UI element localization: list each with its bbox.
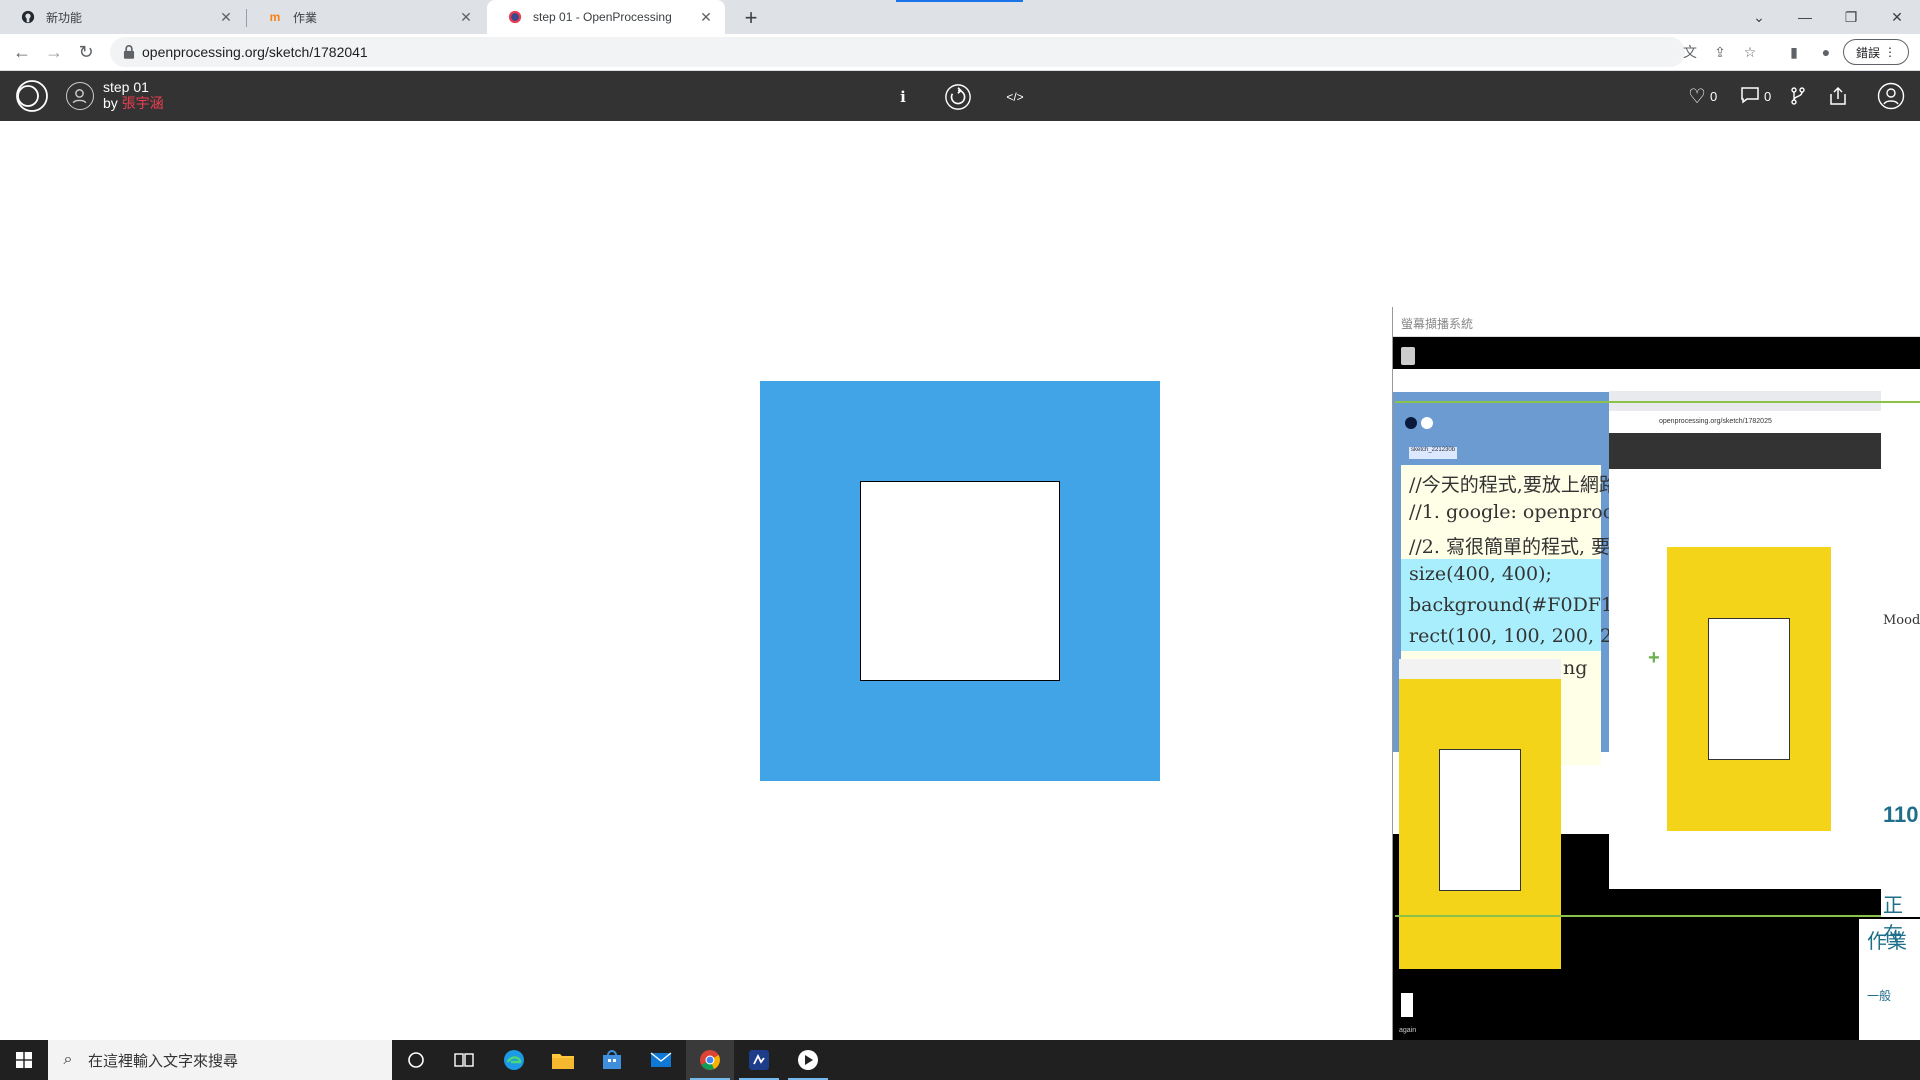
share-icon[interactable]: ⇪ <box>1710 42 1730 62</box>
tab-homework[interactable]: m 作業 ✕ <box>247 0 485 34</box>
bookmark-star-icon[interactable]: ☆ <box>1740 42 1760 62</box>
code-line: size(400, 400); <box>1409 563 1552 585</box>
selection-frame-top <box>1395 401 1920 403</box>
more-menu-icon: ⋮ <box>1884 45 1896 59</box>
address-bar[interactable]: openprocessing.org/sketch/1782041 文 ⇪ ☆ <box>110 37 1756 67</box>
openprocessing-icon <box>507 9 523 25</box>
side-panel-icon[interactable]: ▮ <box>1782 40 1806 64</box>
sketch-byline: by 張宇涵 <box>103 96 164 111</box>
lock-icon <box>123 45 135 59</box>
new-tab-button[interactable]: + <box>737 4 765 32</box>
taskbar-search[interactable]: ⌕ 在這裡輸入文字來搜尋 <box>48 1040 392 1080</box>
code-line: ng <box>1563 657 1588 679</box>
forward-button[interactable]: → <box>40 38 68 66</box>
user-account-icon[interactable] <box>1877 82 1905 110</box>
fork-icon[interactable] <box>1790 83 1806 109</box>
comment-button[interactable]: 0 <box>1740 83 1771 109</box>
heart-icon: ♡ <box>1688 85 1706 108</box>
cortana-icon[interactable] <box>392 1040 440 1080</box>
browser-toolbar: ← → ↻ openprocessing.org/sketch/1782041 … <box>0 34 1920 71</box>
restore-button[interactable]: ❐ <box>1828 0 1874 34</box>
side-text: 一般 <box>1867 989 1892 1003</box>
mini-address-bar: openprocessing.org/sketch/1782025 <box>1609 411 1881 433</box>
share-icon[interactable] <box>1828 83 1848 109</box>
error-button[interactable]: 錯誤 ⋮ <box>1843 39 1909 65</box>
openprocessing-logo-icon[interactable] <box>15 79 49 113</box>
openprocessing-header: step 01 by 張宇涵 i </> ♡ 0 0 <box>0 71 1920 121</box>
mini-op-header <box>1609 433 1881 469</box>
author-avatar[interactable] <box>66 82 94 110</box>
restart-icon[interactable] <box>944 83 972 111</box>
close-tab-icon[interactable]: ✕ <box>217 8 235 26</box>
close-tab-icon[interactable]: ✕ <box>457 8 475 26</box>
loading-bar <box>896 0 1023 2</box>
chrome-icon[interactable] <box>686 1040 734 1080</box>
code-line: background(#F0DF1D); <box>1409 594 1643 616</box>
close-tab-icon[interactable]: ✕ <box>697 8 715 26</box>
profile-icon[interactable]: ● <box>1814 40 1838 64</box>
selection-frame-bottom <box>1395 915 1920 917</box>
recycle-bin-icon[interactable] <box>1401 347 1415 365</box>
search-placeholder: 在這裡輸入文字來搜尋 <box>88 1052 239 1070</box>
sketch-window-titlebar <box>1399 659 1561 679</box>
sketch-title: step 01 <box>103 79 149 95</box>
yellow-sketch-rect <box>1439 749 1521 891</box>
side-text: 作業 <box>1867 929 1907 953</box>
crosshair-plus-icon: + <box>1648 647 1660 669</box>
tab-search-icon[interactable]: ⌄ <box>1736 0 1782 34</box>
author-link[interactable]: 張宇涵 <box>122 95 164 111</box>
github-icon <box>20 9 36 25</box>
mail-icon[interactable] <box>637 1040 685 1080</box>
screen-recorder-window[interactable]: 螢幕擷播系統 sketch_221230b //今天的程式,要放上網路(放 //… <box>1392 307 1920 1049</box>
tab-openprocessing[interactable]: step 01 - OpenProcessing ✕ <box>487 0 725 34</box>
like-count: 0 <box>1709 88 1718 104</box>
sketch-white-rect <box>860 481 1060 681</box>
like-button[interactable]: ♡ 0 <box>1688 83 1717 109</box>
comment-icon <box>1740 86 1760 107</box>
translate-icon[interactable]: 文 <box>1680 42 1700 62</box>
recorder-titlebar: 螢幕擷播系統 <box>1393 307 1920 337</box>
reload-button[interactable]: ↻ <box>72 38 100 66</box>
tab-title: 作業 <box>293 10 318 25</box>
windows-start-icon[interactable] <box>0 1040 48 1080</box>
close-window-button[interactable]: ✕ <box>1874 0 1920 34</box>
desktop-file-label: again <box>1399 1027 1417 1034</box>
task-view-icon[interactable] <box>440 1040 488 1080</box>
windows-taskbar: ⌕ 在這裡輸入文字來搜尋 <box>0 1040 1920 1080</box>
moodle-icon: m <box>269 10 281 24</box>
info-icon[interactable]: i <box>889 83 917 111</box>
search-icon: ⌕ <box>63 1051 73 1068</box>
url-text: openprocessing.org/sketch/1782041 <box>142 44 368 60</box>
desktop-file-icon[interactable] <box>1401 993 1413 1017</box>
back-button[interactable]: ← <box>8 38 36 66</box>
tab-title: 新功能 <box>46 10 83 25</box>
mini-white-rect <box>1708 618 1790 760</box>
comment-count: 0 <box>1764 88 1772 104</box>
tab-strip: 新功能 ✕ m 作業 ✕ step 01 - OpenProcessing ✕ … <box>0 0 1920 34</box>
run-button-icon[interactable] <box>1405 417 1417 429</box>
by-prefix: by <box>103 95 122 111</box>
code-icon[interactable]: </> <box>1001 83 1029 111</box>
stop-button-icon[interactable] <box>1421 417 1433 429</box>
tab-title: step 01 - OpenProcessing <box>533 10 672 24</box>
processing-icon[interactable] <box>735 1040 783 1080</box>
file-explorer-icon[interactable] <box>539 1040 587 1080</box>
edge-icon[interactable] <box>490 1040 538 1080</box>
tab-new-features[interactable]: 新功能 ✕ <box>0 0 245 34</box>
moodle-side-strip <box>1881 427 1920 917</box>
editor-tab[interactable]: sketch_221230b <box>1409 447 1457 459</box>
screen-recorder-icon[interactable] <box>784 1040 832 1080</box>
side-text: 110 <box>1883 802 1919 827</box>
minimize-button[interactable]: — <box>1782 0 1828 34</box>
side-text: Mood <box>1883 613 1920 628</box>
recorder-title: 螢幕擷播系統 <box>1401 317 1474 331</box>
store-icon[interactable] <box>588 1040 636 1080</box>
error-label: 錯誤 <box>1855 45 1880 60</box>
